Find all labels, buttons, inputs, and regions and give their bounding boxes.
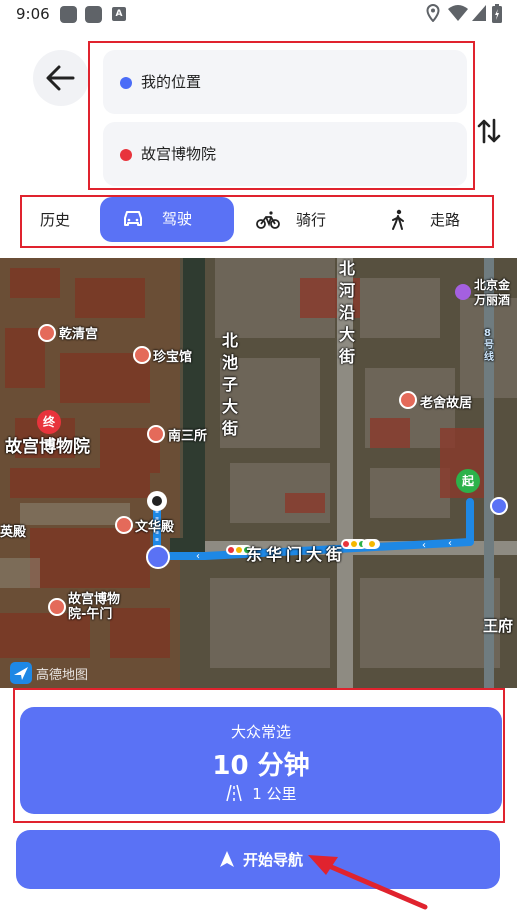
battery-icon [492,4,502,23]
tab-walk[interactable]: 走路 [390,197,480,246]
car-icon [124,211,142,226]
wifi-icon [448,5,468,21]
map-label-zhenbao: 珍宝馆 [153,350,193,365]
notification-icon [60,6,77,23]
satellite-map[interactable]: ‹ ‹ ‹ ‹ 终 起 乾清宫 珍宝馆 南三所 故宫博物院 文华殿 英殿 故宫博物院-… [0,258,517,688]
road-icon [226,784,243,802]
navigation-arrow-icon [220,851,234,867]
tab-ride[interactable]: 骑行 [256,197,366,246]
signal-icon [472,5,486,21]
status-time: 9:06 [16,5,50,23]
route-distance: 1 公里 [252,785,297,803]
map-label-subway: 8号线 [484,328,494,363]
notification-icon [85,6,102,23]
map-label-wumen: 故宫博物院-午门 [68,592,121,622]
origin-text: 我的位置 [141,73,202,91]
tab-history[interactable]: 历史 [40,197,70,246]
travel-mode-tabs: 历史 驾驶 骑行 走路 [20,195,494,248]
poi-icon [147,425,165,443]
destination-dot-icon [120,149,132,161]
swap-icon[interactable] [476,117,502,145]
map-label-beiheyan: 北河沿大街 [339,259,356,366]
poi-icon [48,598,66,616]
map-watermark-text: 高德地图 [36,668,89,683]
map-label-wenhua: 文华殿 [135,520,175,535]
amap-logo-icon [10,662,32,684]
tab-history-label: 历史 [40,211,71,229]
location-icon [426,4,440,22]
origin-marker-icon [147,491,167,511]
map-label-nansansuo: 南三所 [168,429,208,444]
start-marker-icon: 起 [456,469,480,493]
destination-field[interactable]: 故宫博物院 [103,122,467,186]
tab-drive-label: 驾驶 [162,210,193,228]
svg-text:‹: ‹ [422,540,426,551]
route-option-card[interactable]: 大众常选 10 分钟 1 公里 [20,707,502,814]
map-label-wangfu: 王府 [483,617,514,635]
map-label-ying: 英殿 [0,525,27,540]
svg-text:‹: ‹ [196,551,200,562]
origin-field[interactable]: 我的位置 [103,50,467,114]
svg-text:‹: ‹ [448,538,452,549]
poi-icon [115,516,133,534]
route-duration: 10 分钟 [212,751,310,781]
walking-icon [392,209,404,230]
map-label-beichizi: 北池子大街 [222,331,239,438]
route-options-panel: 大众常选 10 分钟 1 公里 [13,688,505,823]
notification-badge-icon: A [112,7,126,21]
status-bar: 9:06 A [0,0,517,30]
bicycle-icon [256,211,280,229]
map-label-laoshe: 老舍故居 [420,396,473,411]
hotel-poi-icon [455,284,471,300]
destination-text: 故宫博物院 [141,145,217,163]
end-marker-icon: 终 [37,410,61,434]
map-label-hotel: 北京金万丽酒 [474,278,511,307]
poi-icon [399,391,417,409]
map-label-donghuamen: 东华门大街 [246,545,347,564]
route-label: 大众常选 [230,723,291,741]
origin-dot-icon [120,77,132,89]
start-navigation-label: 开始导航 [243,851,304,869]
map-label-gugong: 故宫博物院 [5,437,90,457]
poi-icon [133,346,151,364]
arrow-left-icon [46,65,75,91]
back-button[interactable] [33,50,89,106]
poi-icon [38,324,56,342]
annotation-arrow-icon [308,855,428,910]
tab-walk-label: 走路 [430,211,461,229]
poi-icon [490,497,508,515]
map-label-qianqing: 乾清宫 [59,327,99,342]
route-distance-row: 1 公里 [20,783,502,804]
walk-segment-icon [146,545,170,569]
route-endpoints-panel: 我的位置 故宫博物院 [88,41,475,190]
tab-ride-label: 骑行 [296,211,327,229]
tab-drive[interactable]: 驾驶 [100,197,234,242]
